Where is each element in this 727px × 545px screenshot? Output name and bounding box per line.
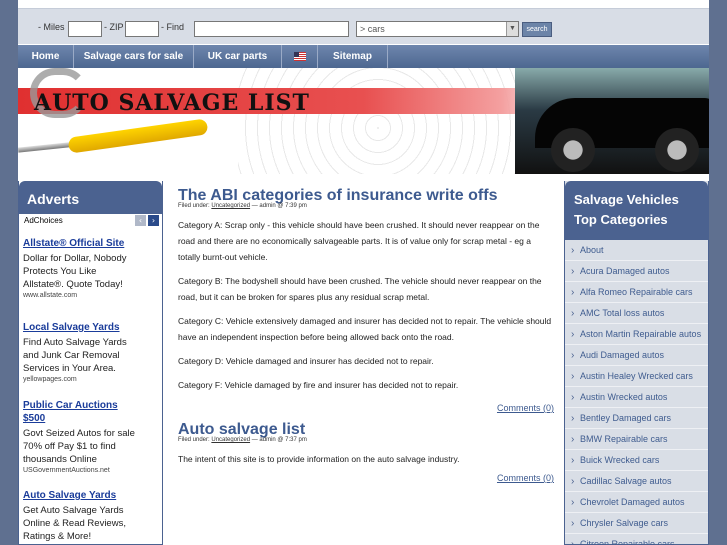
post-paragraph: The intent of this site is to provide in… <box>178 454 460 464</box>
post-author-time: — admin @ 7:37 pm <box>251 437 307 443</box>
sidebar-heading: Salvage Vehicles Top Categories <box>565 181 708 240</box>
zip-input[interactable] <box>125 21 159 37</box>
engine-drawing-image <box>238 68 538 174</box>
ad-title[interactable]: Local Salvage Yards <box>23 321 135 334</box>
category-select[interactable]: > cars ▼ <box>356 21 519 37</box>
ad-item: Allstate® Official Site Dollar for Dolla… <box>23 237 135 301</box>
ad-description: Find Auto Salvage Yards and Junk Car Rem… <box>23 337 127 374</box>
nav-flag[interactable] <box>282 45 318 68</box>
nav-uk-car-parts[interactable]: UK car parts <box>194 45 282 68</box>
find-label: - Find <box>161 22 185 32</box>
us-flag-icon <box>293 51 306 61</box>
main-content: The ABI categories of insurance write of… <box>178 187 554 483</box>
chevron-right-icon[interactable]: › <box>148 215 159 226</box>
post-paragraph: Category F: Vehicle damaged by fire and … <box>178 380 459 390</box>
post-paragraph: Category B: The bodyshell should have be… <box>178 276 542 302</box>
post-paragraph: Category D: Vehicle damaged and insurer … <box>178 356 434 366</box>
category-link[interactable]: Citroen Repairable cars <box>565 534 708 545</box>
miles-input[interactable] <box>68 21 102 37</box>
category-link[interactable]: Austin Healey Wrecked cars <box>565 366 708 387</box>
chevron-down-icon: ▼ <box>506 22 518 36</box>
category-link[interactable]: Cadillac Salvage autos <box>565 471 708 492</box>
page: - Miles - ZIP - Find > cars ▼ search Hom… <box>18 0 709 545</box>
post-paragraph: Category A: Scrap only - this vehicle sh… <box>178 220 540 262</box>
filed-prefix: Filed under: <box>178 437 210 443</box>
ad-title[interactable]: Public Car Auctions $500 <box>23 399 135 425</box>
category-link[interactable]: Uncategorized <box>211 203 250 209</box>
ad-item: Auto Salvage Yards Get Auto Salvage Yard… <box>23 489 135 543</box>
ad-item: Local Salvage Yards Find Auto Salvage Ya… <box>23 321 135 385</box>
category-link[interactable]: Audi Damaged autos <box>565 345 708 366</box>
zip-label: - ZIP <box>104 22 124 32</box>
category-link[interactable]: Uncategorized <box>211 437 250 443</box>
nav-home[interactable]: Home <box>18 45 74 68</box>
adverts-sidebar: Adverts AdChoices ‹ › Allstate® Official… <box>18 181 163 545</box>
miles-label: - Miles <box>38 22 65 32</box>
ad-description: Govt Seized Autos for sale 70% off Pay $… <box>23 428 135 465</box>
ad-item: Public Car Auctions $500 Govt Seized Aut… <box>23 399 135 476</box>
chevron-left-icon[interactable]: ‹ <box>135 215 146 226</box>
comments-link[interactable]: Comments (0) <box>178 473 554 483</box>
sidebar-heading-vehicles: Salvage Vehicles <box>574 192 679 207</box>
post: The ABI categories of insurance write of… <box>178 187 554 413</box>
category-link[interactable]: BMW Repairable cars <box>565 429 708 450</box>
category-list: About Acura Damaged autos Alfa Romeo Rep… <box>565 240 708 545</box>
category-link[interactable]: Chevrolet Damaged autos <box>565 492 708 513</box>
ad-url: www.allstate.com <box>23 292 78 299</box>
category-select-value: > cars <box>360 24 385 34</box>
site-title: AUTO SALVAGE LIST <box>34 90 310 116</box>
ad-url: USGovernmentAuctions.net <box>23 467 110 474</box>
search-button[interactable]: search <box>522 22 552 37</box>
ad-title[interactable]: Auto Salvage Yards <box>23 489 135 502</box>
category-link[interactable]: Buick Wrecked cars <box>565 450 708 471</box>
ad-nav: ‹ › <box>135 215 159 226</box>
main-nav: Home Salvage cars for sale UK car parts … <box>18 45 709 68</box>
category-link[interactable]: About <box>565 240 708 261</box>
ad-description: Get Auto Salvage Yards Online & Read Rev… <box>23 505 126 542</box>
ad-title[interactable]: Allstate® Official Site <box>23 237 135 250</box>
adverts-heading: Adverts <box>19 181 162 214</box>
post-author-time: — admin @ 7:39 pm <box>251 203 307 209</box>
filed-prefix: Filed under: <box>178 203 210 209</box>
header-banner: AUTO SALVAGE LIST <box>18 68 709 174</box>
find-input[interactable] <box>194 21 349 37</box>
category-link[interactable]: Alfa Romeo Repairable cars <box>565 282 708 303</box>
adchoices-label[interactable]: AdChoices <box>24 216 63 225</box>
nav-salvage-cars[interactable]: Salvage cars for sale <box>74 45 194 68</box>
category-link[interactable]: Chrysler Salvage cars <box>565 513 708 534</box>
car-wheel <box>551 128 595 172</box>
post-paragraph: Category C: Vehicle extensively damaged … <box>178 316 552 342</box>
category-link[interactable]: Bentley Damaged cars <box>565 408 708 429</box>
ad-url: yellowpages.com <box>23 376 77 383</box>
categories-sidebar: Salvage Vehicles Top Categories About Ac… <box>564 181 709 545</box>
category-link[interactable]: Aston Martin Repairable autos <box>565 324 708 345</box>
ad-description: Dollar for Dollar, Nobody Protects You L… <box>23 253 127 290</box>
category-link[interactable]: AMC Total loss autos <box>565 303 708 324</box>
category-link[interactable]: Acura Damaged autos <box>565 261 708 282</box>
comments-link[interactable]: Comments (0) <box>178 403 554 413</box>
category-link[interactable]: Austin Wrecked autos <box>565 387 708 408</box>
car-image <box>515 68 709 174</box>
post: Auto salvage list Filed under: Uncategor… <box>178 421 554 483</box>
post-meta: Filed under: Uncategorized — admin @ 7:3… <box>178 437 554 443</box>
sidebar-heading-categories: Top Categories <box>574 212 668 227</box>
car-wheel <box>655 128 699 172</box>
nav-sitemap[interactable]: Sitemap <box>318 45 388 68</box>
screwdriver-icon <box>67 118 209 154</box>
search-bar: - Miles - ZIP - Find > cars ▼ search <box>18 8 709 44</box>
